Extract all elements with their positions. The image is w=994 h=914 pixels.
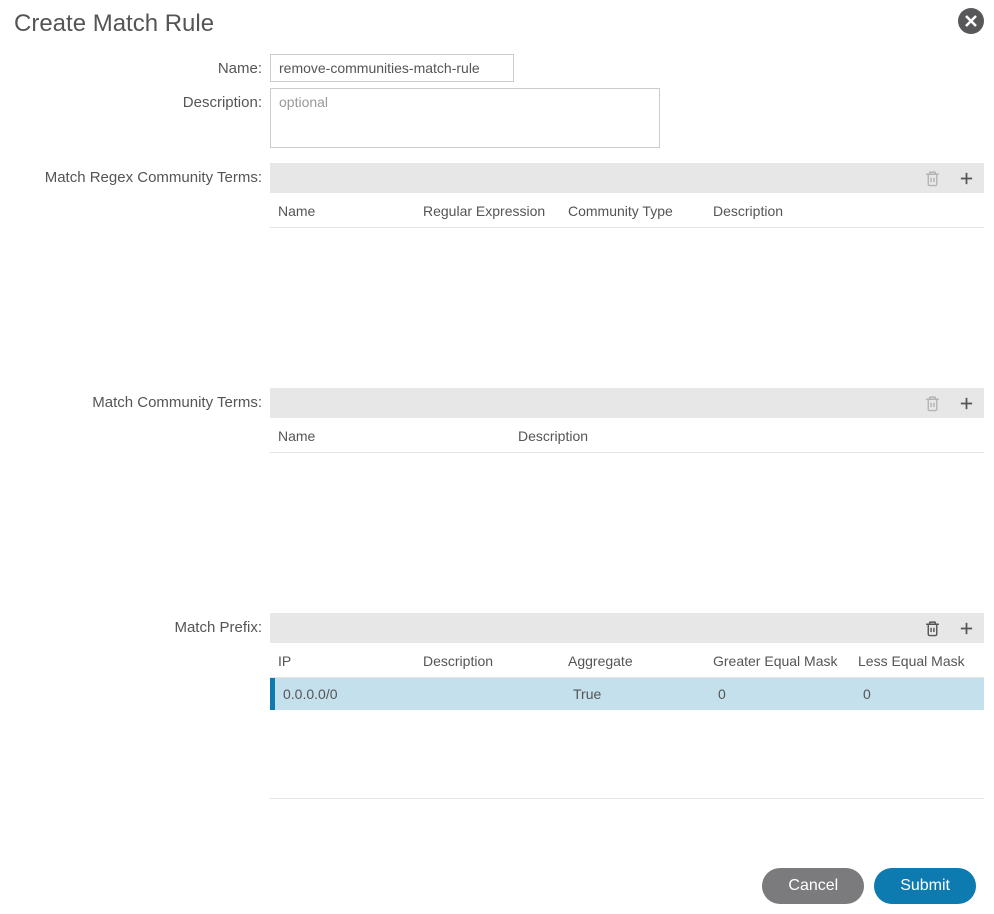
regex-col-desc: Description [713,203,976,219]
description-input[interactable] [270,88,660,148]
cancel-button[interactable]: Cancel [762,868,864,904]
trash-icon [924,395,941,412]
prefix-delete-button[interactable] [922,618,942,638]
prefix-col-ip: IP [278,653,423,669]
dialog-header: Create Match Rule [0,0,994,54]
trash-icon [924,620,941,637]
regex-toolbar [270,163,984,193]
community-col-desc: Description [518,428,976,444]
community-add-button[interactable] [956,393,976,413]
regex-section: Match Regex Community Terms: [10,163,984,268]
close-button[interactable] [958,8,984,34]
prefix-add-button[interactable] [956,618,976,638]
name-row: Name: [10,54,984,82]
community-section: Match Community Terms: [10,388,984,493]
regex-col-type: Community Type [568,203,713,219]
description-row: Description: [10,88,984,151]
regex-add-button[interactable] [956,168,976,188]
plus-icon [958,620,975,637]
community-table-header: Name Description [270,418,984,453]
prefix-section: Match Prefix: IP [10,613,984,799]
community-toolbar [270,388,984,418]
prefix-table-end [270,798,984,799]
table-row[interactable]: 0.0.0.0/0 True 0 0 [270,678,984,710]
prefix-cell-ip: 0.0.0.0/0 [283,686,428,702]
community-col-name: Name [278,428,518,444]
community-section-label: Match Community Terms: [10,388,270,411]
prefix-table-body: 0.0.0.0/0 True 0 0 [270,678,984,718]
community-delete-button [922,393,942,413]
prefix-cell-gem: 0 [718,686,863,702]
name-label: Name: [10,54,270,77]
submit-button[interactable]: Submit [874,868,976,904]
dialog-footer: Cancel Submit [762,868,976,904]
prefix-toolbar [270,613,984,643]
regex-table-header: Name Regular Expression Community Type D… [270,193,984,228]
prefix-col-agg: Aggregate [568,653,713,669]
regex-section-label: Match Regex Community Terms: [10,163,270,186]
prefix-cell-lem: 0 [863,686,976,702]
description-label: Description: [10,88,270,111]
regex-col-name: Name [278,203,423,219]
regex-col-regex: Regular Expression [423,203,568,219]
regex-table-body [270,228,984,268]
prefix-table-header: IP Description Aggregate Greater Equal M… [270,643,984,678]
prefix-col-gem: Greater Equal Mask [713,653,858,669]
prefix-section-label: Match Prefix: [10,613,270,636]
name-input[interactable] [270,54,514,82]
regex-delete-button [922,168,942,188]
trash-icon [924,170,941,187]
plus-icon [958,395,975,412]
dialog-title: Create Match Rule [14,10,980,38]
prefix-col-desc: Description [423,653,568,669]
community-table-body [270,453,984,493]
prefix-cell-desc [428,686,573,702]
form-area: Name: Description: Match Regex Community… [0,54,994,799]
prefix-cell-agg: True [573,686,718,702]
prefix-col-lem: Less Equal Mask [858,653,976,669]
close-icon [964,14,978,28]
plus-icon [958,170,975,187]
